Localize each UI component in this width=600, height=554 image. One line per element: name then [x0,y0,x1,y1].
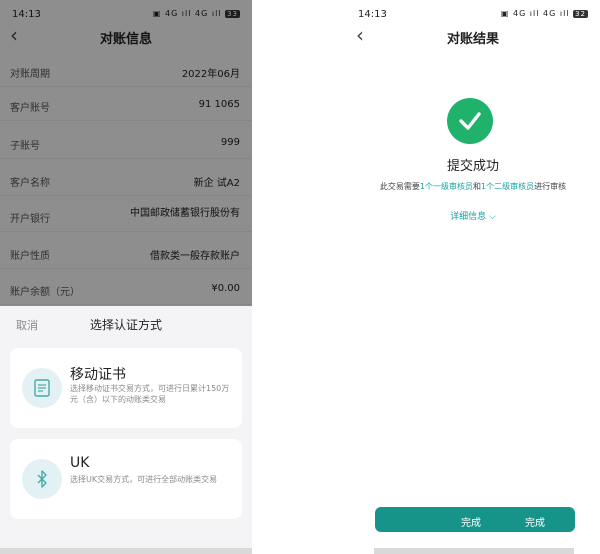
info-row-period: 对账周期 2022年06月 [0,54,252,87]
info-row-bank: 开户银行 中国邮政储蓄银行股份有 [0,199,252,232]
row-label: 对账周期 [10,69,50,80]
bottom-nav-strip [374,548,574,554]
option-title: UK [70,455,90,471]
row-label: 开户银行 [10,214,50,225]
certificate-icon [22,368,62,408]
row-value: 新企 试A2 [193,178,240,189]
result-headline: 提交成功 [446,159,499,174]
note-text: 此交易需要 [379,182,420,191]
done-label: 完成 [461,518,481,529]
reviewer-level1: 1个一级审核员 [419,182,473,191]
note-text: 和 [473,182,481,191]
option-title: 移动证书 [70,367,126,383]
status-icons: ▣ 4G ıll 4G ıll 32 [501,9,588,18]
bottom-nav-strip [0,548,252,554]
battery-icon: 33 [225,10,240,18]
review-note: 此交易需要1个一级审核员和1个二级审核员进行审核 [346,181,600,192]
row-value: 2022年06月 [181,69,240,80]
page-title: 对账信息 [99,32,152,47]
row-label: 客户账号 [10,103,50,114]
uk-option[interactable]: UK 选择UK交易方式，可进行全部动账类交易 [10,439,242,519]
done-button[interactable]: 完成 完成 [375,507,575,532]
row-value: ¥0.00 [211,283,240,294]
done-label: 完成 [525,518,545,529]
row-value: 999 [220,137,240,148]
reviewer-level2: 1个二级审核员 [481,182,535,191]
option-desc: 选择UK交易方式，可进行全部动账类交易 [70,475,218,484]
auth-method-sheet: 取消 选择认证方式 移动证书 选择移动证书交易方式，可进行日累计150万元（含）… [0,306,252,554]
mobile-certificate-option[interactable]: 移动证书 选择移动证书交易方式，可进行日累计150万元（含）以下的动账类交易 [10,348,242,428]
info-row-customer-name: 客户名称 新企 试A2 [0,163,252,196]
row-value: 借款类一般存款账户 [150,251,240,262]
details-link[interactable]: 详细信息 ⌵ [346,209,600,222]
page-title: 对账结果 [446,32,499,47]
status-time: 14:13 [12,9,41,20]
success-check-icon [447,98,493,144]
nav-bar: ‹ 对账结果 [346,22,600,50]
row-label: 客户名称 [10,178,50,189]
info-row-account: 客户账号 91 1065 [0,88,252,121]
left-screen: 14:13 ▣ 4G ıll 4G ıll 33 ‹ 对账信息 对账周期 202… [0,0,252,554]
bluetooth-icon [22,459,62,499]
note-text: 进行审核 [534,182,567,191]
nav-bar: ‹ 对账信息 [0,22,252,50]
signal-icon: ▣ 4G ıll 4G ıll [152,9,222,18]
status-icons: ▣ 4G ıll 4G ıll 33 [153,9,240,18]
info-row-balance: 账户余额（元） ¥0.00 [0,272,252,305]
row-value: 91 1065 [198,99,240,110]
battery-icon: 32 [573,10,588,18]
sheet-title: 选择认证方式 [89,318,162,332]
signal-icon: ▣ 4G ıll 4G ıll [500,9,570,18]
status-time: 14:13 [358,9,387,20]
right-screen: 14:13 ▣ 4G ıll 4G ıll 32 ‹ 对账结果 提交成功 此交易… [346,0,600,554]
row-label: 账户性质 [10,251,50,262]
row-label: 子账号 [10,141,40,152]
row-value: 中国邮政储蓄银行股份有 [130,208,240,219]
option-desc: 选择移动证书交易方式，可进行日累计150万元（含）以下的动账类交易 [70,384,230,404]
info-row-account-type: 账户性质 借款类一般存款账户 [0,236,252,269]
info-row-subaccount: 子账号 999 [0,126,252,159]
row-label: 账户余额（元） [10,287,80,298]
